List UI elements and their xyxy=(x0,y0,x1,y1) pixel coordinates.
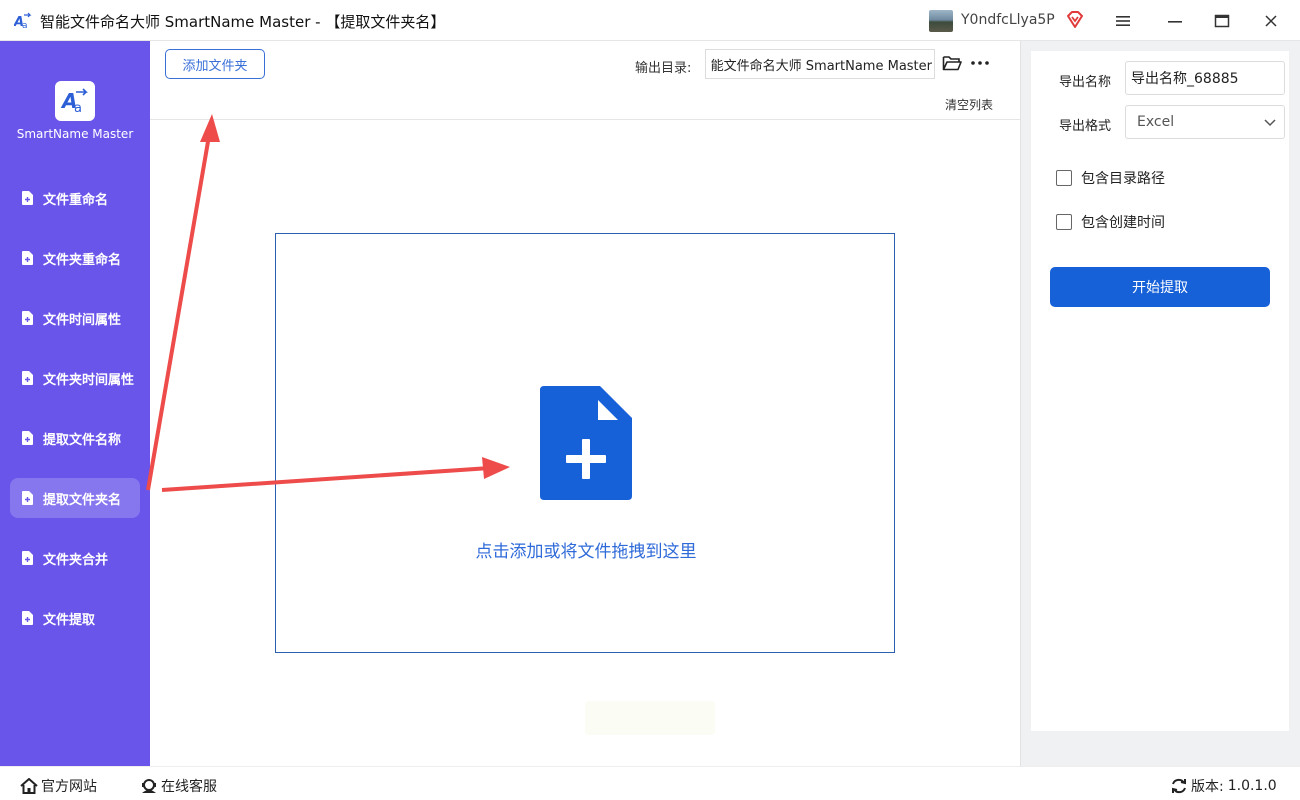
settings-panel xyxy=(1031,51,1289,731)
sidebar-item[interactable]: 文件提取 xyxy=(10,598,140,638)
include-path-label: 包含目录路径 xyxy=(1081,171,1165,187)
title-bar: A a 智能文件命名大师 SmartName Master - 【提取文件夹名】… xyxy=(0,0,1300,41)
sidebar-item[interactable]: 文件夹合并 xyxy=(10,538,140,578)
sidebar-item[interactable]: 提取文件名称 xyxy=(10,418,140,458)
close-button[interactable] xyxy=(1256,8,1286,34)
minimize-icon xyxy=(1168,21,1182,23)
online-support-link[interactable]: 在线客服 xyxy=(140,776,217,796)
file-icon xyxy=(22,431,33,445)
window-title: 智能文件命名大师 SmartName Master - 【提取文件夹名】 xyxy=(40,13,446,31)
dropzone-hint: 点击添加或将文件拖拽到这里 xyxy=(475,542,697,562)
main-content: 添加文件夹 输出目录: 能文件命名大师 SmartName Master 清空列… xyxy=(150,41,1020,766)
menu-button[interactable] xyxy=(1108,8,1138,34)
minimize-button[interactable] xyxy=(1160,8,1190,34)
status-bar: 官方网站 在线客服 版本: 1.0.1.0 xyxy=(0,766,1300,800)
sidebar-item[interactable]: 文件夹时间属性 xyxy=(10,358,140,398)
export-format-select[interactable]: Excel xyxy=(1125,105,1285,139)
home-icon xyxy=(20,778,38,794)
close-icon xyxy=(1265,15,1277,27)
include-ctime-checkbox[interactable] xyxy=(1056,214,1072,230)
file-icon xyxy=(22,491,33,505)
divider xyxy=(150,119,1020,120)
file-icon xyxy=(22,311,33,325)
sidebar-item-label: 文件夹合并 xyxy=(43,552,109,568)
sidebar-item-label: 文件重命名 xyxy=(43,192,109,208)
faded-button xyxy=(585,701,715,735)
file-icon xyxy=(22,551,33,565)
sidebar-item-label: 文件夹重命名 xyxy=(43,252,122,268)
vip-diamond-icon[interactable] xyxy=(1065,10,1085,30)
sidebar-item-label: 文件时间属性 xyxy=(43,312,122,328)
more-options-icon[interactable] xyxy=(970,54,990,72)
user-avatar[interactable] xyxy=(929,10,953,32)
support-agent-icon xyxy=(142,779,156,793)
svg-text:a: a xyxy=(22,21,28,30)
include-ctime-option[interactable]: 包含创建时间 xyxy=(1056,212,1165,232)
sidebar: A a SmartName Master 文件重命名文件夹重命名 文件时间属性 文件… xyxy=(0,41,150,766)
sidebar-item-label: 文件夹时间属性 xyxy=(43,372,135,388)
add-file-icon xyxy=(540,386,632,500)
sidebar-item-label: 提取文件名称 xyxy=(43,432,122,448)
sidebar-item-label: 提取文件夹名 xyxy=(43,492,122,508)
app-logo-icon: A a xyxy=(14,12,32,30)
app-name: SmartName Master xyxy=(16,127,134,141)
file-icon xyxy=(22,611,33,625)
output-dir-value: 能文件命名大师 SmartName Master xyxy=(710,58,932,74)
app-logo: A a xyxy=(55,81,95,121)
hamburger-menu-icon xyxy=(1116,16,1130,26)
output-dir-label: 输出目录: xyxy=(635,61,692,76)
export-name-label: 导出名称 xyxy=(1059,75,1112,90)
start-extract-button[interactable]: 开始提取 xyxy=(1050,267,1270,307)
output-dir-field[interactable]: 能文件命名大师 SmartName Master xyxy=(705,49,935,79)
official-website-label: 官方网站 xyxy=(41,779,97,795)
export-format-value: Excel xyxy=(1137,114,1175,130)
sidebar-item[interactable]: 文件夹重命名 xyxy=(10,238,140,278)
app-logo-icon: A a xyxy=(60,88,88,116)
include-path-checkbox[interactable] xyxy=(1056,170,1072,186)
file-dropzone[interactable]: 点击添加或将文件拖拽到这里 xyxy=(275,233,895,653)
file-icon xyxy=(22,251,33,265)
file-icon xyxy=(22,371,33,385)
refresh-icon xyxy=(1172,778,1186,794)
export-name-input[interactable]: 导出名称_68885 xyxy=(1125,61,1285,95)
user-name[interactable]: Y0ndfcLlya5P xyxy=(961,12,1055,28)
include-ctime-label: 包含创建时间 xyxy=(1081,215,1165,231)
online-support-label: 在线客服 xyxy=(161,779,217,795)
export-format-label: 导出格式 xyxy=(1059,119,1112,134)
sidebar-item-label: 文件提取 xyxy=(43,612,96,628)
sidebar-item[interactable]: 提取文件夹名 xyxy=(10,478,140,518)
sidebar-item[interactable]: 文件时间属性 xyxy=(10,298,140,338)
maximize-icon xyxy=(1214,14,1230,28)
sidebar-item[interactable]: 文件重命名 xyxy=(10,178,140,218)
clear-list-button[interactable]: 清空列表 xyxy=(945,96,993,113)
file-icon xyxy=(22,191,33,205)
maximize-button[interactable] xyxy=(1207,8,1237,34)
version-label: 版本: xyxy=(1191,779,1224,795)
include-path-option[interactable]: 包含目录路径 xyxy=(1056,168,1165,188)
version-value: 1.0.1.0 xyxy=(1227,778,1277,794)
svg-text:a: a xyxy=(74,101,82,116)
official-website-link[interactable]: 官方网站 xyxy=(20,776,97,796)
folder-open-icon[interactable] xyxy=(942,54,962,72)
version-info[interactable]: 版本: 1.0.1.0 xyxy=(1170,776,1277,796)
add-folder-button[interactable]: 添加文件夹 xyxy=(165,49,265,79)
chevron-down-icon xyxy=(1264,119,1276,127)
